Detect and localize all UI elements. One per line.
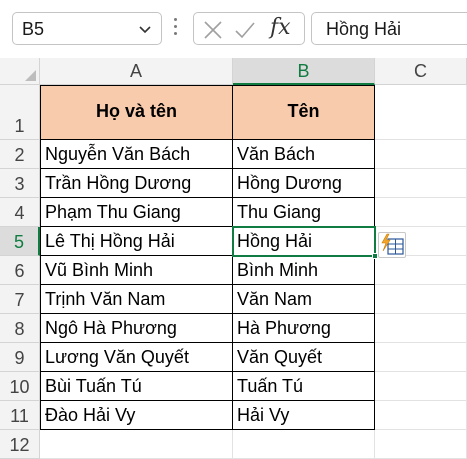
cell-b8[interactable]: Hà Phương: [233, 314, 375, 343]
flash-fill-options-button[interactable]: [378, 232, 406, 258]
cell-c2[interactable]: [375, 140, 467, 169]
select-all-button[interactable]: [0, 58, 40, 85]
row-header-7[interactable]: 7: [0, 285, 40, 314]
row-header-12[interactable]: 12: [0, 430, 40, 459]
formula-bar-buttons: fx: [193, 12, 305, 45]
cell-b7[interactable]: Văn Nam: [233, 285, 375, 314]
cell-a1[interactable]: Họ và tên: [40, 85, 233, 140]
check-icon[interactable]: [234, 19, 256, 41]
cell-a3[interactable]: Trần Hồng Dương: [40, 169, 233, 198]
cell-a11[interactable]: Đào Hải Vy: [40, 401, 233, 430]
cell-c10[interactable]: [375, 372, 467, 401]
cell-c11[interactable]: [375, 401, 467, 430]
cell-b11[interactable]: Hải Vy: [233, 401, 375, 430]
name-box-value: B5: [22, 19, 45, 39]
cell-a8[interactable]: Ngô Hà Phương: [40, 314, 233, 343]
chevron-down-icon[interactable]: [137, 21, 153, 37]
row-header-8[interactable]: 8: [0, 314, 40, 343]
cell-b12[interactable]: [233, 430, 375, 459]
fx-icon[interactable]: fx: [270, 15, 300, 40]
row-header-6[interactable]: 6: [0, 256, 40, 285]
cell-b4[interactable]: Thu Giang: [233, 198, 375, 227]
cell-a10[interactable]: Bùi Tuấn Tú: [40, 372, 233, 401]
cell-a4[interactable]: Phạm Thu Giang: [40, 198, 233, 227]
name-box[interactable]: B5: [12, 12, 162, 45]
cell-c1[interactable]: [375, 85, 467, 140]
column-header-b[interactable]: B: [233, 58, 375, 85]
flash-fill-icon: [381, 233, 404, 255]
cell-c6[interactable]: [375, 256, 467, 285]
cell-c4[interactable]: [375, 198, 467, 227]
close-icon[interactable]: [202, 19, 224, 41]
formula-input[interactable]: Hồng Hải: [311, 12, 467, 45]
column-header-a[interactable]: A: [40, 58, 233, 85]
cell-a12[interactable]: [40, 430, 233, 459]
cell-b10[interactable]: Tuấn Tú: [233, 372, 375, 401]
cell-a6[interactable]: Vũ Bình Minh: [40, 256, 233, 285]
row-header-9[interactable]: 9: [0, 343, 40, 372]
formula-text: Hồng Hải: [326, 19, 402, 39]
cell-a7[interactable]: Trịnh Văn Nam: [40, 285, 233, 314]
cell-a2[interactable]: Nguyễn Văn Bách: [40, 140, 233, 169]
cell-c3[interactable]: [375, 169, 467, 198]
row-header-10[interactable]: 10: [0, 372, 40, 401]
row-header-3[interactable]: 3: [0, 169, 40, 198]
row-header-11[interactable]: 11: [0, 401, 40, 430]
cell-b5[interactable]: Hồng Hải: [233, 227, 375, 256]
cell-b9[interactable]: Văn Quyết: [233, 343, 375, 372]
cell-c12[interactable]: [375, 430, 467, 459]
row-header-1[interactable]: 1: [0, 85, 40, 140]
cell-c7[interactable]: [375, 285, 467, 314]
cell-c9[interactable]: [375, 343, 467, 372]
cell-b2[interactable]: Văn Bách: [233, 140, 375, 169]
row-header-4[interactable]: 4: [0, 198, 40, 227]
row-header-5[interactable]: 5: [0, 227, 40, 256]
formula-bar: B5 fx Hồng Hải: [0, 0, 467, 58]
cell-a9[interactable]: Lương Văn Quyết: [40, 343, 233, 372]
cell-c8[interactable]: [375, 314, 467, 343]
cell-b1[interactable]: Tên: [233, 85, 375, 140]
column-header-c[interactable]: C: [375, 58, 467, 85]
cell-b3[interactable]: Hồng Dương: [233, 169, 375, 198]
cell-b6[interactable]: Bình Minh: [233, 256, 375, 285]
more-icon[interactable]: [174, 18, 178, 40]
cell-a5[interactable]: Lê Thị Hồng Hải: [40, 227, 233, 256]
row-header-2[interactable]: 2: [0, 140, 40, 169]
